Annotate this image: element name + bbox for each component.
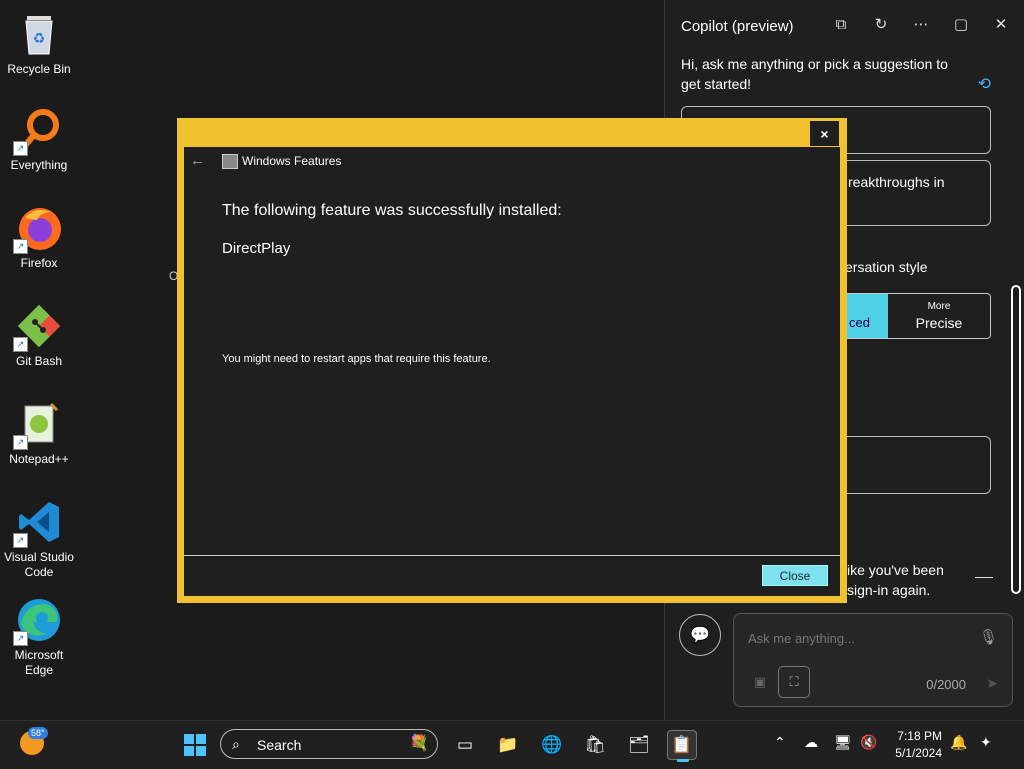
search-highlight-icon: 💐: [409, 735, 429, 752]
installed-feature-name: DirectPlay: [222, 240, 291, 257]
desktop-icon-vscode[interactable]: ↗ Visual Studio Code: [4, 498, 74, 580]
windows-features-app-icon: [222, 154, 238, 169]
everything-icon: ↗: [13, 106, 63, 156]
new-topic-button[interactable]: 💬: [679, 614, 721, 656]
precise-more-label: More: [927, 301, 951, 312]
file-explorer-icon[interactable]: 📁: [493, 730, 523, 760]
windows-logo-icon: [184, 734, 194, 744]
conversation-style-label: ersation style: [845, 259, 928, 275]
desktop-icon-recycle-bin[interactable]: ♻ Recycle Bin: [4, 10, 74, 77]
desktop-icon-edge[interactable]: ↗ Microsoft Edge: [4, 596, 74, 678]
edge-icon: ↗: [13, 596, 63, 646]
char-counter: 0/2000: [926, 677, 966, 692]
app-icon[interactable]: 🗂: [624, 730, 654, 760]
desktop-icon-label: Recycle Bin: [7, 62, 71, 76]
weather-temperature[interactable]: 58°: [28, 727, 48, 739]
shortcut-arrow-icon: ↗: [13, 239, 28, 254]
close-icon[interactable]: ✕: [991, 14, 1011, 34]
chat-input-placeholder[interactable]: Ask me anything...: [748, 631, 855, 646]
scrollbar[interactable]: [1011, 285, 1021, 594]
desktop-icon-label: Visual Studio Code: [4, 550, 74, 579]
desktop-icon-firefox[interactable]: ↗ Firefox: [4, 204, 74, 271]
open-external-icon[interactable]: ⧉: [831, 14, 851, 34]
desktop-icon-label: Git Bash: [15, 354, 63, 368]
notification-bell-icon[interactable]: 🔔: [950, 734, 967, 751]
taskbar: 58° ⌕ Search 💐 ▭ 📁 🌐 🛍 🗂 📋 ⌃ ☁ 🖥 🔇 7:18 …: [0, 720, 1024, 769]
chat-input-box[interactable]: Ask me anything... 🎙 ▣ ⛶ 0/2000 ➤: [733, 613, 1013, 707]
footer-divider: [184, 555, 840, 556]
git-bash-icon: ↗: [13, 302, 63, 352]
suggestion-text: reakthroughs in: [848, 174, 945, 190]
signin-line: ike you've been: [847, 562, 944, 578]
desktop-icon-git-bash[interactable]: ↗ Git Bash: [4, 302, 74, 369]
network-icon[interactable]: 🖥: [834, 734, 852, 751]
search-label: Search: [257, 737, 302, 753]
shortcut-arrow-icon: ↗: [13, 141, 28, 156]
recycle-bin-icon: ♻: [15, 10, 63, 58]
shortcut-arrow-icon: ↗: [13, 631, 28, 646]
store-icon[interactable]: 🛍: [580, 730, 610, 760]
shortcut-arrow-icon: ↗: [13, 337, 28, 352]
precise-label: Precise: [915, 315, 963, 331]
minimize-notice-icon[interactable]: [975, 577, 993, 578]
taskbar-search[interactable]: ⌕ Search 💐: [220, 729, 438, 759]
svg-text:♻: ♻: [33, 30, 46, 46]
shortcut-arrow-icon: ↗: [13, 435, 28, 450]
desktop-icon-label: Everything: [10, 158, 68, 172]
refresh-suggestions-icon[interactable]: ⟲: [978, 74, 991, 94]
start-button[interactable]: [184, 734, 206, 756]
notepad-plus-plus-icon: ↗: [13, 400, 63, 450]
task-view-icon[interactable]: ▭: [450, 730, 480, 760]
search-icon: ⌕: [232, 736, 240, 752]
send-icon[interactable]: ➤: [986, 675, 998, 692]
copilot-toolbar: ⧉ ↻ ⋯ ▢ ✕: [831, 14, 1011, 34]
dock-panel-icon[interactable]: ▢: [951, 14, 971, 34]
desktop-icon-label: Microsoft Edge: [14, 648, 64, 677]
conversation-style-selector: ced More Precise: [835, 293, 991, 339]
microphone-icon[interactable]: 🎙: [979, 628, 998, 646]
style-precise-button[interactable]: More Precise: [888, 294, 990, 338]
desktop-icon-label: Firefox: [20, 256, 58, 270]
edge-taskbar-icon[interactable]: 🌐: [537, 730, 567, 760]
desktop-icon-everything[interactable]: ↗ Everything: [4, 106, 74, 173]
signin-notice: ike you've been sign-in again.: [847, 560, 944, 600]
dialog-title: Windows Features: [242, 154, 342, 168]
dialog-body: ← Windows Features The following feature…: [184, 147, 840, 596]
shortcut-arrow-icon: ↗: [13, 533, 28, 548]
back-arrow-icon[interactable]: ←: [190, 152, 205, 169]
new-chat-icon: 💬: [690, 627, 710, 644]
copilot-taskbar-icon[interactable]: ✦: [980, 734, 992, 751]
more-options-icon[interactable]: ⋯: [911, 14, 931, 34]
restart-note: You might need to restart apps that requ…: [222, 353, 491, 365]
windows-features-taskbar-icon[interactable]: 📋: [667, 730, 697, 762]
vscode-icon: ↗: [13, 498, 63, 548]
clock-time: 7:18 PM: [897, 729, 942, 743]
close-button[interactable]: Close: [762, 565, 828, 586]
firefox-icon: ↗: [13, 204, 63, 254]
dialog-close-x-button[interactable]: ×: [810, 121, 839, 146]
signin-line: sign-in again.: [847, 582, 931, 598]
windows-features-dialog: × ← Windows Features The following featu…: [177, 118, 847, 603]
screenshot-icon[interactable]: ⛶: [778, 666, 810, 698]
copilot-title: Copilot (preview): [681, 18, 794, 35]
desktop-icon-notepad-plus-plus[interactable]: ↗ Notepad++: [4, 400, 74, 467]
clock-date: 5/1/2024: [895, 746, 942, 760]
onedrive-icon[interactable]: ☁: [804, 734, 818, 751]
copilot-greeting: Hi, ask me anything or pick a suggestion…: [681, 56, 948, 92]
success-message: The following feature was successfully i…: [222, 202, 562, 219]
desktop-icon-label: Notepad++: [9, 452, 69, 466]
refresh-icon[interactable]: ↻: [871, 14, 891, 34]
volume-muted-icon[interactable]: 🔇: [860, 734, 877, 751]
show-hidden-icons-icon[interactable]: ⌃: [774, 734, 786, 751]
add-image-icon[interactable]: ▣: [748, 670, 772, 694]
clock[interactable]: 7:18 PM 5/1/2024: [886, 728, 942, 762]
